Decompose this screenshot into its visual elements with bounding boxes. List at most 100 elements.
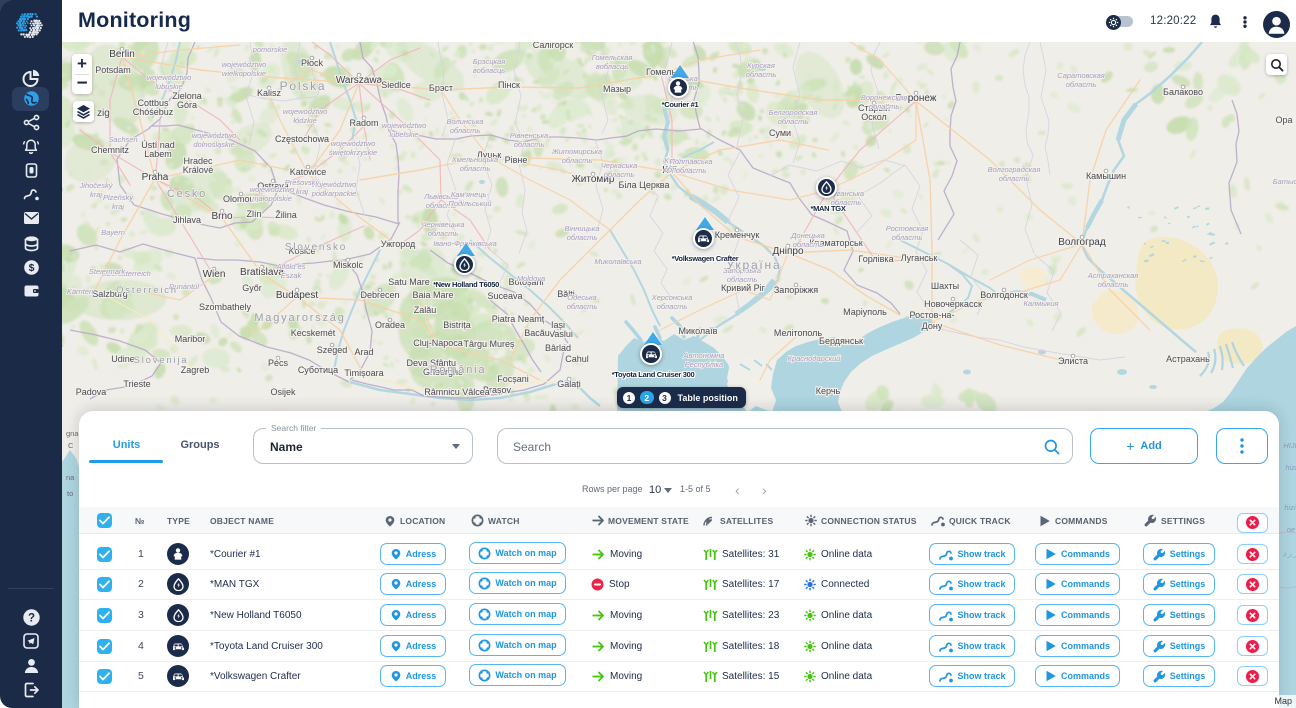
svg-text:Satu Mare: Satu Mare xyxy=(388,277,430,287)
svg-text:Piatra Neamț: Piatra Neamț xyxy=(492,314,545,324)
svg-text:lubuskie: lubuskie xyxy=(155,82,183,91)
svg-text:Дону: Дону xyxy=(922,321,943,331)
svg-text:область: область xyxy=(1098,280,1129,289)
svg-text:область: область xyxy=(460,164,491,173)
svg-text:świętokrzyskie: świętokrzyskie xyxy=(329,148,377,157)
svg-text:Oradea: Oradea xyxy=(375,320,405,330)
svg-text:область: область xyxy=(604,170,635,179)
svg-text:małopolskie: małopolskie xyxy=(252,194,292,203)
svg-text:Республіка: Республіка xyxy=(685,360,723,369)
svg-text:województwo: województwo xyxy=(192,131,237,140)
svg-text:Волгодонск: Волгодонск xyxy=(980,290,1028,300)
svg-text:Österreich: Österreich xyxy=(116,285,178,296)
svg-text:kraj: kraj xyxy=(90,190,102,199)
svg-text:Szeged: Szeged xyxy=(317,345,348,355)
svg-text:вобласць: вобласць xyxy=(473,66,505,75)
svg-text:pomorskie: pomorskie xyxy=(252,45,288,54)
svg-text:Bayern: Bayern xyxy=(101,228,125,237)
svg-text:Новочеркасск: Новочеркасск xyxy=(924,299,982,309)
svg-text:Миколаївська: Миколаївська xyxy=(594,257,641,266)
svg-text:Астраханская: Астраханская xyxy=(1087,271,1139,280)
svg-text:Warszawa: Warszawa xyxy=(336,75,383,86)
svg-text:Szombathely: Szombathely xyxy=(199,302,252,312)
svg-text:Budapest: Budapest xyxy=(276,290,318,301)
svg-text:Kecskemét: Kecskemét xyxy=(291,328,336,338)
svg-text:Батыс: Батыс xyxy=(1273,177,1296,186)
svg-text:dolnośląskie: dolnośląskie xyxy=(193,140,234,149)
svg-text:Kärnten: Kärnten xyxy=(67,287,93,296)
svg-text:Мазыр: Мазыр xyxy=(603,84,631,94)
svg-text:Черкаська: Черкаська xyxy=(601,161,638,170)
svg-text:Udine: Udine xyxy=(111,354,135,364)
svg-text:Wien: Wien xyxy=(203,269,226,280)
svg-text:Херсонська: Херсонська xyxy=(651,293,693,302)
svg-text:Praha: Praha xyxy=(142,172,169,183)
svg-text:Балаково: Балаково xyxy=(1163,87,1203,97)
svg-text:Брэст: Брэст xyxy=(429,83,453,93)
svg-text:Veneto: Veneto xyxy=(62,341,63,350)
svg-text:Târgu Mureș: Târgu Mureș xyxy=(463,339,515,349)
svg-text:Česko: Česko xyxy=(167,187,207,200)
svg-text:область: область xyxy=(1066,80,1097,89)
svg-text:область: область xyxy=(727,275,758,284)
svg-text:Волгоград: Волгоград xyxy=(1058,237,1106,248)
svg-text:Chemnitz: Chemnitz xyxy=(91,145,130,155)
svg-text:$: $ xyxy=(28,262,34,274)
svg-text:Sachsen: Sachsen xyxy=(108,135,137,144)
svg-text:Bacău: Bacău xyxy=(524,328,550,338)
svg-text:Maribor: Maribor xyxy=(175,334,206,344)
svg-text:Мелітополь: Мелітополь xyxy=(774,328,823,338)
svg-text:Berlin: Berlin xyxy=(109,49,135,60)
svg-text:Курская: Курская xyxy=(747,61,775,70)
svg-text:C: C xyxy=(68,441,74,450)
svg-text:Miskolc: Miskolc xyxy=(333,260,364,270)
svg-text:область: область xyxy=(676,166,707,175)
svg-text:na: na xyxy=(66,473,75,482)
svg-text:Cahul: Cahul xyxy=(565,354,589,364)
svg-text:область: область xyxy=(567,233,598,242)
svg-text:Slovensko: Slovensko xyxy=(285,242,347,253)
svg-text:область: область xyxy=(657,302,688,311)
svg-text:województwo: województwo xyxy=(283,107,328,116)
svg-text:Jihlava: Jihlava xyxy=(173,215,201,225)
svg-text:Воронежская: Воронежская xyxy=(861,93,907,102)
svg-text:Пінск: Пінск xyxy=(498,80,520,90)
svg-text:Žilina: Žilina xyxy=(275,210,297,220)
svg-text:Labem: Labem xyxy=(144,149,172,159)
svg-text:hizi: hizi xyxy=(1284,503,1296,512)
svg-text:Chóśebuz: Chóśebuz xyxy=(133,107,174,117)
svg-text:Timișoara: Timișoara xyxy=(344,368,383,378)
svg-text:Гомельская: Гомельская xyxy=(592,53,633,62)
svg-text:to: to xyxy=(67,489,73,498)
svg-text:Волгоградская: Волгоградская xyxy=(988,165,1041,174)
svg-text:Одеська: Одеська xyxy=(567,293,596,302)
svg-text:województwo: województwo xyxy=(147,73,192,82)
svg-text:kraj: kraj xyxy=(112,202,124,211)
svg-text:województwo: województwo xyxy=(331,139,376,148)
svg-text:województwo: województwo xyxy=(222,60,267,69)
svg-text:Siedlce: Siedlce xyxy=(381,80,411,90)
svg-text:Kalisz: Kalisz xyxy=(257,88,282,98)
svg-text:Bistrița: Bistrița xyxy=(443,320,471,330)
svg-text:Ростов-на-: Ростов-на- xyxy=(910,310,955,320)
svg-text:область: область xyxy=(514,140,545,149)
svg-text:Arad: Arad xyxy=(354,347,373,357)
svg-text:Płock: Płock xyxy=(301,58,324,68)
svg-text:Potsdam: Potsdam xyxy=(95,65,131,75)
svg-text:Суботица: Суботица xyxy=(298,365,338,375)
svg-text:Zalău: Zalău xyxy=(414,305,437,315)
svg-text:Краснодарский: Краснодарский xyxy=(788,354,842,363)
svg-text:область: область xyxy=(999,174,1030,183)
svg-text:Салігорск: Салігорск xyxy=(533,42,573,50)
svg-text:область: область xyxy=(793,240,824,249)
svg-text:Астрахань: Астрахань xyxy=(1166,354,1210,364)
svg-text:Magyarország: Magyarország xyxy=(254,312,345,324)
svg-text:область: область xyxy=(869,102,900,111)
svg-text:Radom: Radom xyxy=(349,118,378,128)
svg-text:podkarpackie: podkarpackie xyxy=(311,189,357,198)
svg-text:Кам'янець-: Кам'янець- xyxy=(451,190,490,199)
svg-text:Zlín: Zlín xyxy=(246,209,261,219)
svg-text:Донецька: Донецька xyxy=(790,231,825,240)
svg-text:Ужгород: Ужгород xyxy=(381,239,416,249)
svg-text:Pécs: Pécs xyxy=(268,358,289,368)
